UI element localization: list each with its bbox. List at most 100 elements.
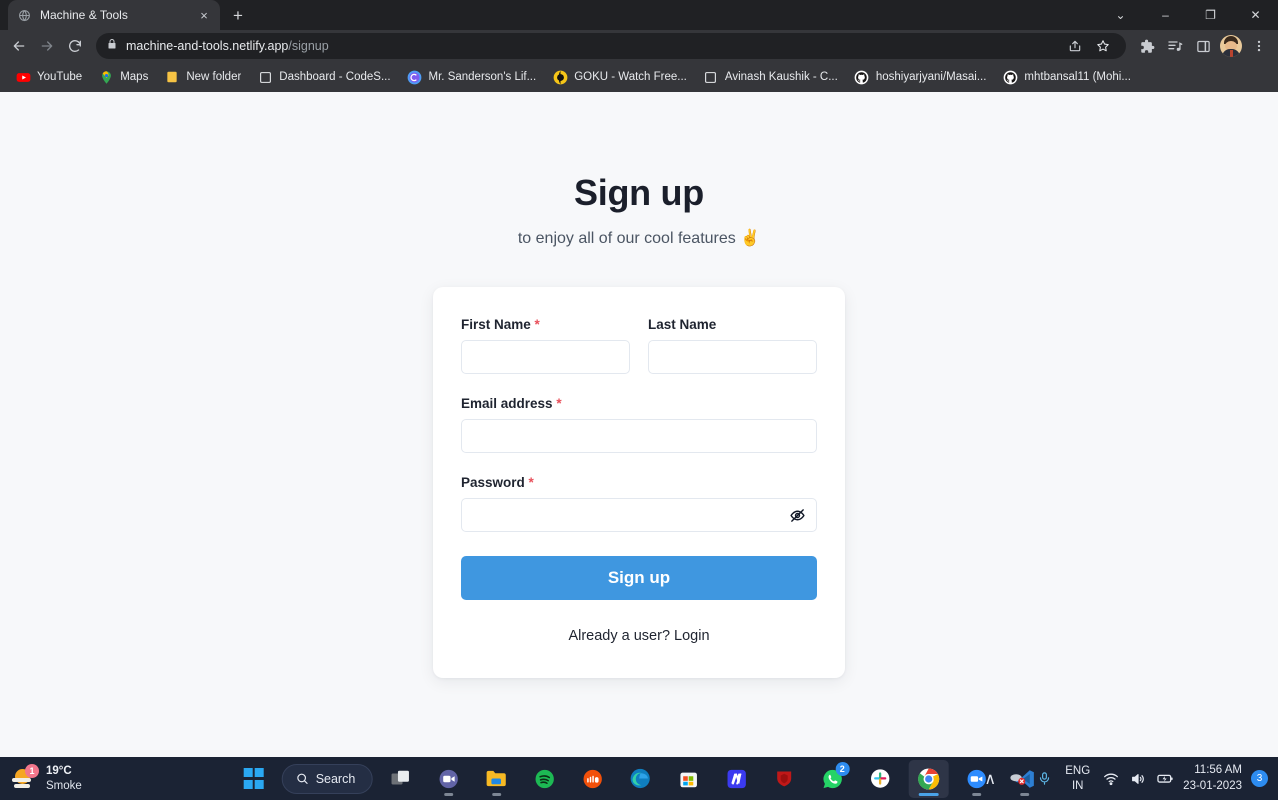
start-button[interactable] — [234, 760, 274, 798]
password-input[interactable] — [461, 498, 817, 532]
notification-badge[interactable]: 3 — [1251, 770, 1268, 787]
maximize-icon[interactable]: ❐ — [1188, 0, 1233, 30]
omnibox-actions — [1062, 33, 1116, 59]
mcafee-tray-icon[interactable] — [1004, 760, 1030, 798]
bookmark-label: hoshiyarjyani/Masai... — [875, 71, 987, 83]
last-name-input[interactable] — [648, 340, 817, 374]
taskbar-apps: Search 2 — [234, 759, 1045, 798]
language-indicator[interactable]: ENG IN — [1058, 764, 1097, 793]
taskbar-app-teams[interactable] — [428, 760, 468, 798]
page-subtitle: to enjoy all of our cool features ✌️ — [517, 230, 761, 247]
login-link[interactable]: Login — [674, 628, 709, 644]
share-icon[interactable] — [1062, 33, 1088, 59]
language-line-2: IN — [1071, 779, 1084, 792]
taskbar-app-slack[interactable] — [860, 760, 900, 798]
microphone-icon[interactable] — [1031, 760, 1057, 798]
tab-strip: Machine & Tools × + ⌄ – ❐ ✕ — [0, 0, 1278, 30]
bookmark-label: New folder — [186, 71, 242, 83]
page-icon — [257, 69, 273, 85]
avatar — [1220, 35, 1242, 57]
wifi-icon[interactable] — [1098, 760, 1124, 798]
taskbar-app-whatsapp[interactable]: 2 — [812, 760, 852, 798]
new-tab-button[interactable]: + — [224, 2, 252, 30]
clock-time: 11:56 AM — [1194, 763, 1242, 776]
running-indicator — [491, 792, 501, 796]
first-name-label: First Name * — [461, 317, 540, 332]
bookmark-youtube[interactable]: YouTube — [8, 66, 89, 88]
bookmark-avinash-kaushik[interactable]: Avinash Kaushik - C... — [696, 66, 845, 88]
name-row: First Name * Last Name — [461, 317, 817, 374]
browser-chrome: Machine & Tools × + ⌄ – ❐ ✕ machine-and-… — [0, 0, 1278, 92]
reload-icon[interactable] — [62, 33, 88, 59]
first-name-input[interactable] — [461, 340, 630, 374]
eye-off-icon[interactable] — [786, 504, 808, 526]
battery-icon[interactable] — [1152, 760, 1178, 798]
taskbar-app-edge[interactable] — [620, 760, 660, 798]
bookmarks-bar: YouTube Maps New folder Dashboard - Code… — [0, 62, 1278, 92]
extensions-icon[interactable] — [1134, 33, 1160, 59]
weather-widget[interactable]: 1 19°C Smoke — [0, 763, 180, 793]
m-icon — [727, 769, 746, 788]
tab-search-icon[interactable]: ⌄ — [1098, 0, 1143, 30]
system-tray: ∧ ENG IN 11:56 AM 23-01-2023 3 — [977, 760, 1270, 798]
github-icon — [1002, 69, 1018, 85]
url-path: /signup — [288, 39, 329, 53]
bookmark-mhtbansal11[interactable]: mhtbansal11 (Mohi... — [995, 66, 1138, 88]
taskbar-app-microsoft-store[interactable] — [668, 760, 708, 798]
address-bar[interactable]: machine-and-tools.netlify.app/signup — [96, 33, 1126, 59]
url-domain: machine-and-tools.netlify.app — [126, 39, 289, 53]
bookmark-mr-sanderson[interactable]: Mr. Sanderson's Lif... — [400, 66, 544, 88]
email-input[interactable] — [461, 419, 817, 453]
google-maps-icon — [98, 69, 114, 85]
clock-date: 23-01-2023 — [1183, 779, 1242, 792]
soundcloud-icon — [583, 769, 602, 788]
search-icon — [297, 773, 308, 784]
taskbar-app-task-view[interactable] — [380, 760, 420, 798]
close-window-icon[interactable]: ✕ — [1233, 0, 1278, 30]
page-icon — [703, 69, 719, 85]
lock-icon — [106, 37, 118, 55]
taskbar-search[interactable]: Search — [281, 763, 373, 794]
chrome-menu-icon[interactable] — [1246, 33, 1272, 59]
bookmark-dashboard-codes[interactable]: Dashboard - CodeS... — [250, 66, 397, 88]
back-icon[interactable] — [6, 33, 32, 59]
minimize-icon[interactable]: – — [1143, 0, 1188, 30]
folder-icon — [164, 69, 180, 85]
bookmark-star-icon[interactable] — [1090, 33, 1116, 59]
show-hidden-icons-chevron[interactable]: ∧ — [977, 760, 1003, 798]
signup-submit-button[interactable]: Sign up — [461, 556, 817, 600]
profile-avatar[interactable] — [1218, 33, 1244, 59]
taskbar-app-masai[interactable] — [716, 760, 756, 798]
bookmark-hoshiyarjyani-masai[interactable]: hoshiyarjyani/Masai... — [847, 66, 994, 88]
browser-toolbar: machine-and-tools.netlify.app/signup — [0, 30, 1278, 62]
slack-icon — [871, 769, 890, 788]
taskbar-app-soundcloud[interactable] — [572, 760, 612, 798]
taskbar-search-label: Search — [315, 771, 356, 786]
media-playlist-icon[interactable] — [1162, 33, 1188, 59]
bookmark-label: GOKU - Watch Free... — [574, 71, 687, 83]
login-prompt: Already a user? Login — [461, 628, 817, 644]
github-icon — [854, 69, 870, 85]
address-bar-text: machine-and-tools.netlify.app/signup — [126, 39, 329, 53]
bookmark-goku[interactable]: GOKU - Watch Free... — [545, 66, 694, 88]
bookmark-maps[interactable]: Maps — [91, 66, 155, 88]
last-name-label: Last Name — [648, 317, 717, 332]
bookmark-new-folder[interactable]: New folder — [157, 66, 248, 88]
bookmark-label: Dashboard - CodeS... — [279, 71, 391, 83]
chrome-icon — [917, 768, 939, 790]
taskbar-app-file-explorer[interactable] — [476, 760, 516, 798]
taskbar-app-spotify[interactable] — [524, 760, 564, 798]
bookmark-label: Avinash Kaushik - C... — [724, 71, 838, 83]
clock[interactable]: 11:56 AM 23-01-2023 — [1179, 763, 1250, 794]
whatsapp-badge: 2 — [835, 761, 850, 776]
browser-tab[interactable]: Machine & Tools × — [8, 0, 220, 30]
weather-badge: 1 — [25, 763, 39, 778]
close-icon[interactable]: × — [196, 7, 212, 23]
taskbar-app-mcafee[interactable] — [764, 760, 804, 798]
side-panel-icon[interactable] — [1190, 33, 1216, 59]
forward-icon[interactable] — [34, 33, 60, 59]
taskbar-app-chrome[interactable] — [908, 759, 949, 798]
store-icon — [680, 772, 697, 787]
volume-icon[interactable] — [1125, 760, 1151, 798]
